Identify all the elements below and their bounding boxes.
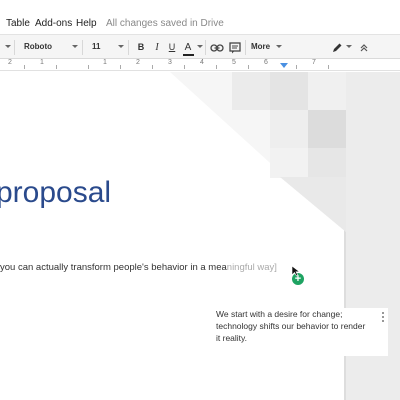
document-body-text[interactable]: you can actually transform people's beha… — [0, 262, 277, 273]
comment-icon[interactable] — [228, 40, 242, 55]
mouse-cursor-icon — [291, 265, 301, 277]
ruler-number: 1 — [40, 59, 44, 66]
more-button[interactable]: More — [251, 42, 270, 51]
text-color-swatch — [183, 54, 194, 56]
indent-marker[interactable] — [280, 63, 288, 68]
ruler-tick — [216, 65, 217, 69]
caret-down-icon[interactable] — [5, 45, 11, 48]
dot — [382, 312, 384, 314]
dot — [382, 320, 384, 322]
ruler-tick — [296, 65, 297, 69]
underline-button[interactable]: U — [167, 40, 177, 55]
font-size-dropdown[interactable]: 11 — [92, 42, 100, 51]
toolbar-divider — [82, 40, 83, 55]
body-text: you can actually transform people's beha… — [0, 262, 227, 273]
chevron-down-icon[interactable] — [118, 45, 124, 48]
ruler-number: 4 — [200, 59, 204, 66]
ruler-number: 3 — [168, 59, 172, 66]
ruler-number: 6 — [264, 59, 268, 66]
toolbar-divider — [245, 40, 246, 55]
bold-button[interactable]: B — [135, 40, 147, 55]
link-icon[interactable] — [210, 40, 224, 55]
ruler-tick — [88, 65, 89, 69]
ruler-number: 2 — [8, 59, 12, 66]
italic-button[interactable]: I — [152, 40, 162, 55]
ruler-number: 5 — [232, 59, 236, 66]
ruler-tick — [248, 65, 249, 69]
chevron-down-icon[interactable] — [72, 45, 78, 48]
ruler-tick — [56, 65, 57, 69]
collapse-icon[interactable] — [358, 40, 370, 55]
ruler-number: 2 — [136, 59, 140, 66]
dot — [382, 316, 384, 318]
more-options-icon[interactable] — [380, 312, 386, 324]
ruler-tick — [328, 65, 329, 69]
ruler-tick — [152, 65, 153, 69]
document-canvas[interactable]: proposal you can actually transform peop… — [0, 72, 400, 400]
toolbar-divider — [205, 40, 206, 55]
comment-text: We start with a desire for change; techn… — [216, 309, 366, 343]
menu-bar: Table Add-ons Help All changes saved in … — [0, 0, 400, 34]
ruler-tick — [120, 65, 121, 69]
chevron-down-icon[interactable] — [346, 45, 352, 48]
ruler[interactable]: 2 1 1 2 3 4 5 6 7 — [0, 59, 400, 71]
pen-icon[interactable] — [330, 40, 344, 55]
ruler-number: 7 — [312, 59, 316, 66]
chevron-down-icon[interactable] — [276, 45, 282, 48]
ruler-tick — [24, 65, 25, 69]
decorative-pattern — [170, 72, 346, 232]
comment-card[interactable]: We start with a desire for change; techn… — [208, 308, 388, 356]
menu-addons[interactable]: Add-ons — [35, 18, 72, 29]
menu-help[interactable]: Help — [76, 18, 97, 29]
toolbar: Roboto 11 B I U A More — [0, 34, 400, 59]
toolbar-divider — [14, 40, 15, 55]
ruler-tick — [184, 65, 185, 69]
menu-table[interactable]: Table — [6, 18, 30, 29]
chevron-down-icon[interactable] — [197, 45, 203, 48]
ruler-number: 1 — [103, 59, 107, 66]
document-title[interactable]: proposal — [0, 176, 111, 210]
font-family-dropdown[interactable]: Roboto — [24, 42, 52, 51]
save-status[interactable]: All changes saved in Drive — [106, 18, 224, 29]
body-text-faded: ningful way] — [226, 262, 277, 273]
toolbar-divider — [128, 40, 129, 55]
text-color-button[interactable]: A — [182, 40, 194, 55]
